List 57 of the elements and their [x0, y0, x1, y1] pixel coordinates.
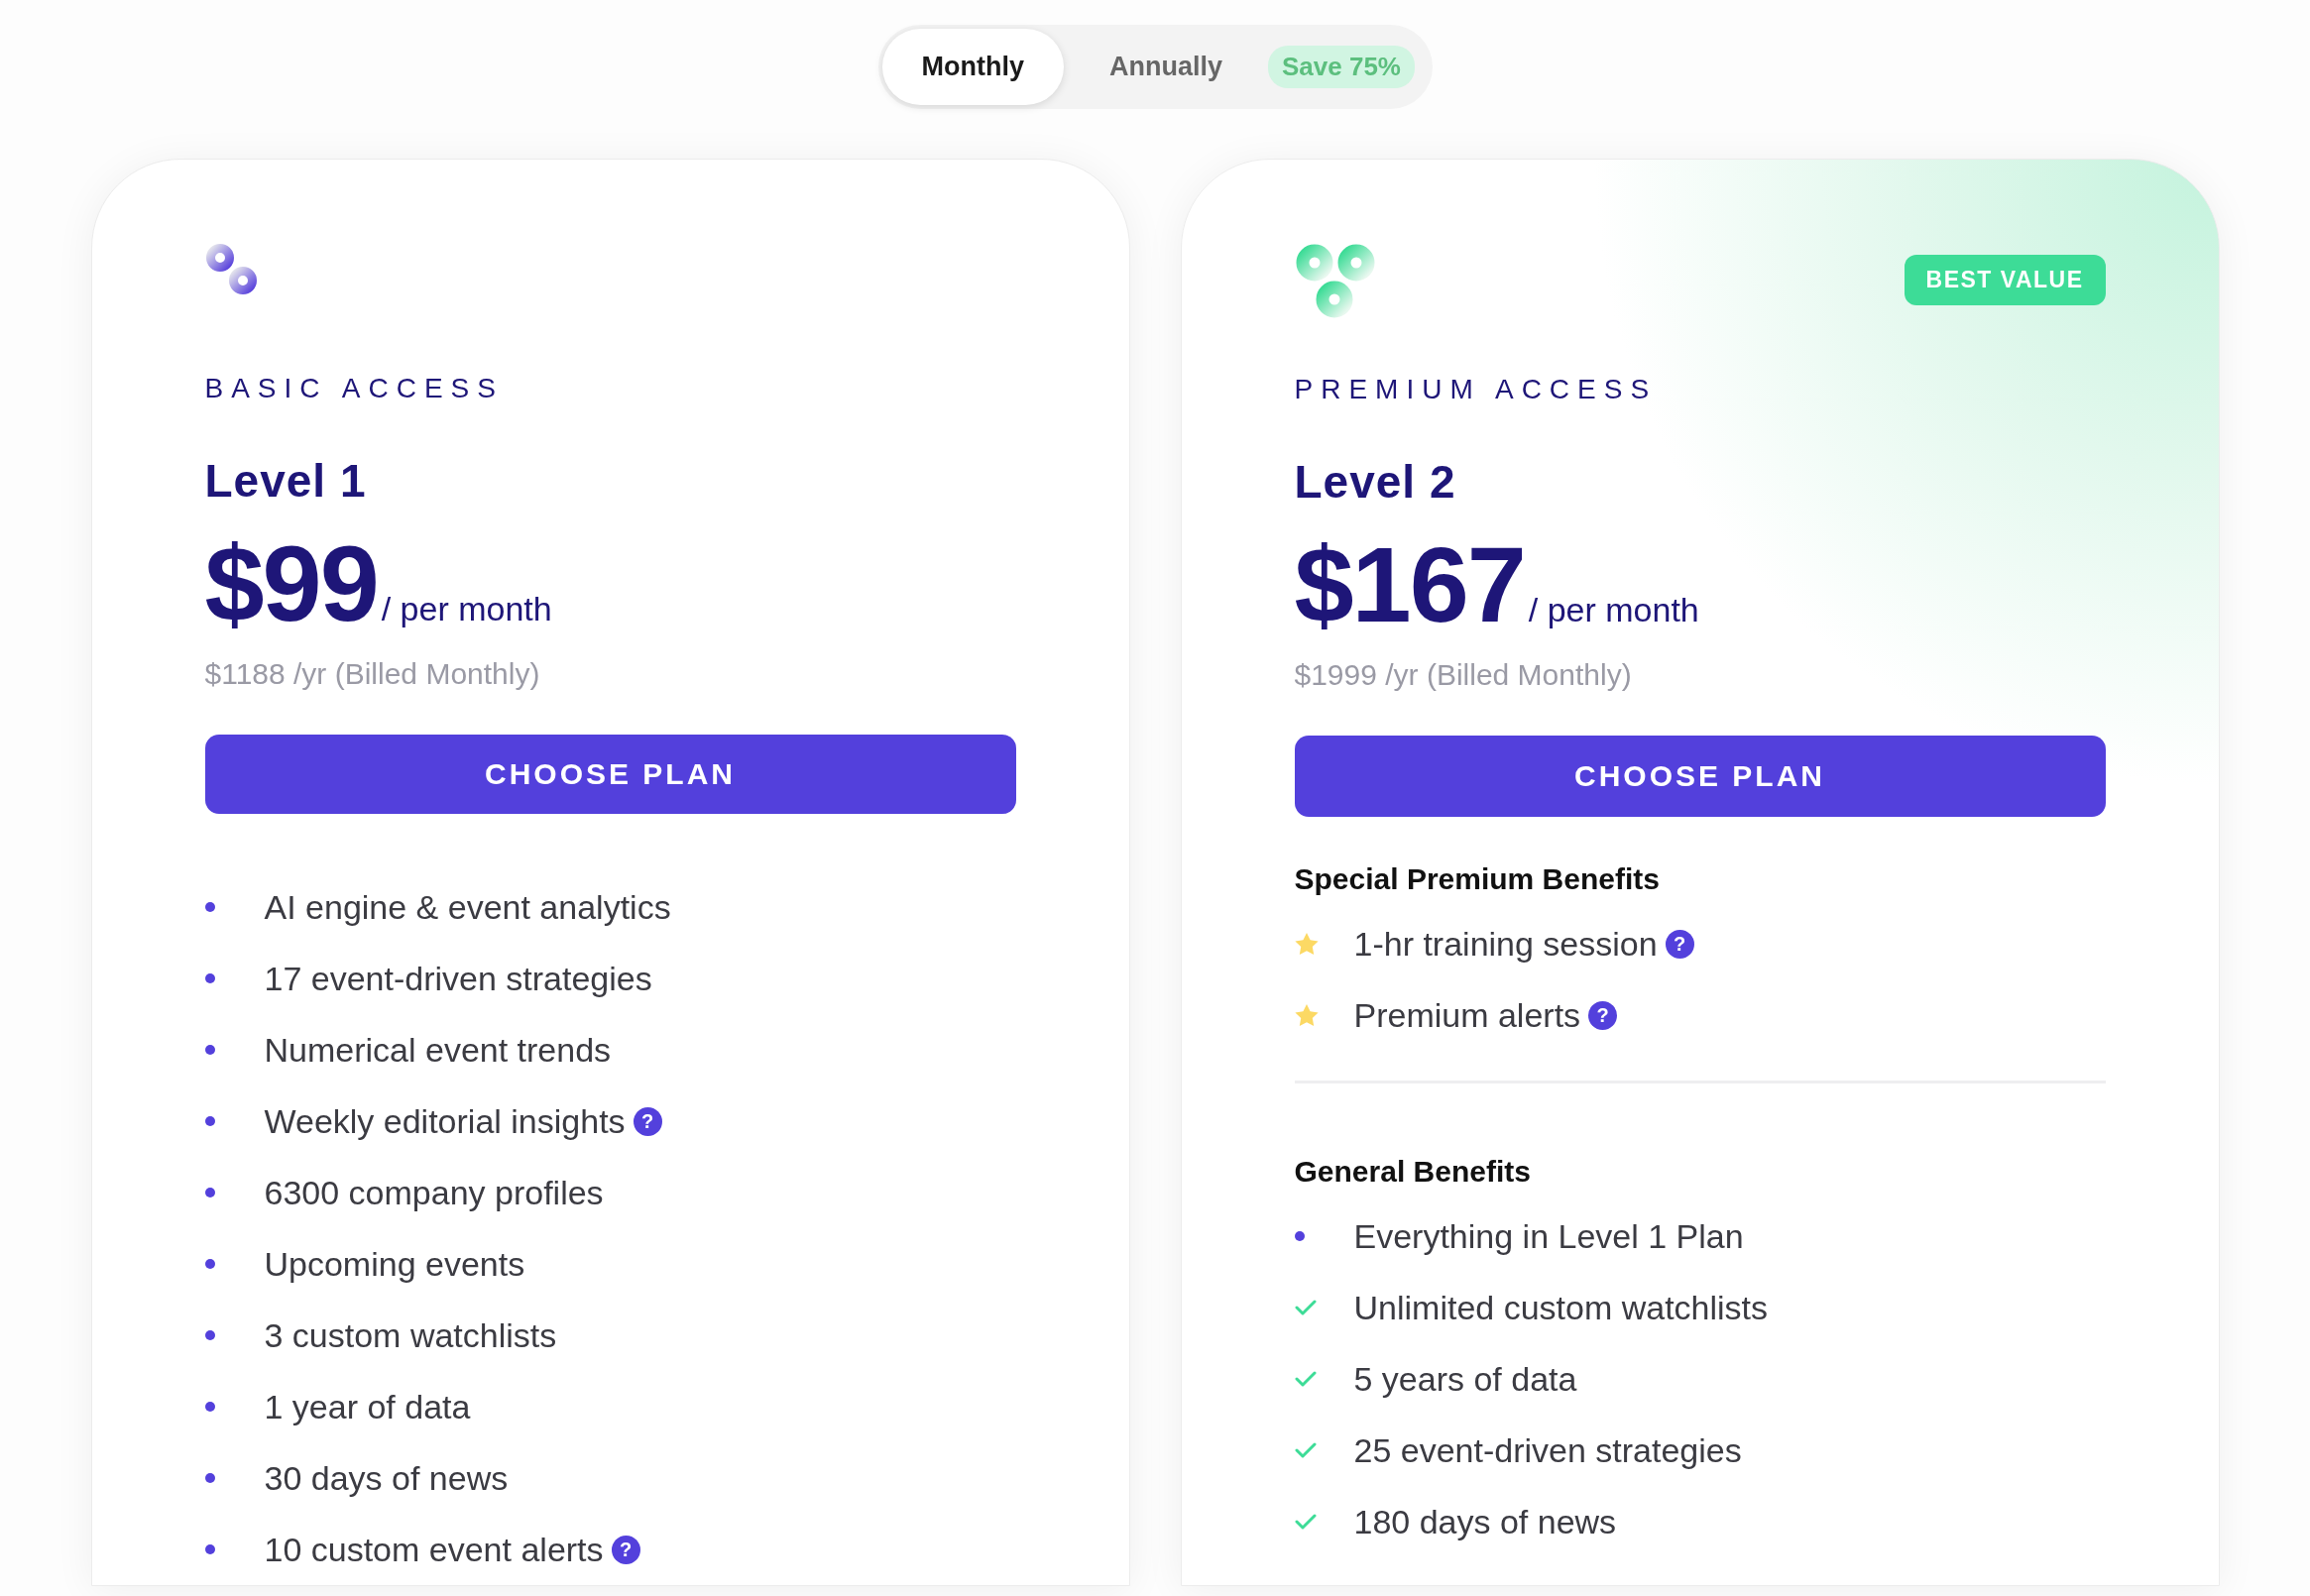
plan-price: $167 — [1294, 523, 1525, 646]
feature-text: Unlimited custom watchlists — [1353, 1288, 1769, 1327]
help-badge[interactable]: ? — [633, 1106, 662, 1136]
feature-text: 5 years of data — [1353, 1359, 1577, 1399]
yearly-price: $1999 /yr (Billed Monthly) — [1294, 658, 1632, 692]
feature-text: 10 custom event alerts — [264, 1530, 604, 1569]
plan-level: Level 1 — [204, 453, 367, 508]
star-icon — [1294, 1003, 1319, 1027]
feature-text: AI engine & event analytics — [264, 887, 671, 927]
check-icon — [1294, 1442, 1317, 1458]
check-icon — [1294, 1371, 1317, 1387]
check-icon — [1294, 1300, 1317, 1315]
feature-text: Upcoming events — [264, 1244, 525, 1284]
feature-text: 1 year of data — [264, 1387, 471, 1426]
feature-text: 25 event-driven strategies — [1353, 1430, 1742, 1470]
feature-text: 6300 company profiles — [264, 1173, 604, 1212]
feature-text: 1-hr training session — [1353, 924, 1658, 964]
billing-option[interactable]: Monthly — [881, 29, 1064, 105]
bullet-icon — [204, 1188, 215, 1197]
bullet-icon — [204, 1116, 215, 1126]
feature-text: Premium alerts — [1353, 995, 1581, 1035]
choose-plan-button[interactable]: CHOOSE PLAN — [1294, 736, 2106, 817]
bullet-icon — [204, 1045, 215, 1055]
billing-option[interactable]: Annually — [1074, 29, 1258, 105]
plan-price: $99 — [204, 521, 378, 645]
feature-text: 3 custom watchlists — [264, 1315, 557, 1355]
bullet-icon — [204, 1259, 215, 1269]
rings-logo-icon — [204, 243, 259, 296]
star-icon — [1294, 932, 1319, 956]
feature-text: Numerical event trends — [264, 1030, 612, 1070]
price-period: / per month — [1528, 591, 1699, 629]
feature-text: 30 days of news — [264, 1458, 509, 1498]
feature-text: Everything in Level 1 Plan — [1353, 1216, 1744, 1256]
bullet-icon — [204, 902, 215, 912]
plan-tier-label: PREMIUM ACCESS — [1294, 374, 1658, 405]
benefits-heading: Special Premium Benefits — [1294, 862, 1660, 896]
bullet-icon — [1294, 1231, 1305, 1241]
help-badge[interactable]: ? — [611, 1535, 640, 1564]
bullet-icon — [204, 973, 215, 983]
discount-badge: Save 75% — [1268, 46, 1415, 88]
feature-text: 180 days of news — [1353, 1502, 1617, 1541]
bullet-icon — [204, 1544, 215, 1554]
help-badge[interactable]: ? — [1665, 929, 1694, 959]
bullet-icon — [204, 1330, 215, 1340]
price-period: / per month — [381, 589, 552, 628]
benefits-heading: General Benefits — [1294, 1155, 1531, 1189]
bullet-icon — [204, 1402, 215, 1412]
feature-text: 17 event-driven strategies — [264, 959, 652, 998]
plan-level: Level 2 — [1294, 455, 1456, 509]
plan-tier-label: BASIC ACCESS — [204, 372, 504, 404]
bullet-icon — [204, 1473, 215, 1483]
feature-text: Weekly editorial insights — [264, 1101, 626, 1141]
help-badge[interactable]: ? — [1588, 1000, 1618, 1030]
choose-plan-button[interactable]: CHOOSE PLAN — [204, 734, 1016, 814]
best-value-badge: BEST VALUE — [1904, 255, 2106, 305]
yearly-price: $1188 /yr (Billed Monthly) — [204, 656, 540, 691]
check-icon — [1294, 1514, 1317, 1530]
